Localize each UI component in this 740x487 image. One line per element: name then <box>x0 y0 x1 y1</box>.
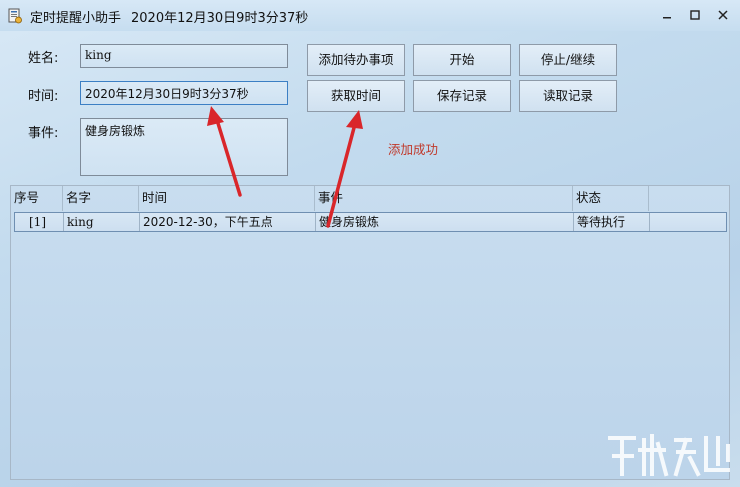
name-input[interactable]: king <box>80 44 288 68</box>
get-time-button[interactable]: 获取时间 <box>307 80 405 112</box>
load-record-button[interactable]: 读取记录 <box>519 80 617 112</box>
row-index: [1] <box>15 213 64 231</box>
row-status: 等待执行 <box>574 213 650 231</box>
table-row[interactable]: [1] king 2020-12-30，下午五点 健身房锻炼 等待执行 <box>14 212 727 232</box>
header-index[interactable]: 序号 <box>11 186 63 211</box>
maximize-icon <box>690 10 700 20</box>
event-label: 事件: <box>28 126 59 141</box>
window-title-name: 定时提醒小助手 <box>30 11 122 26</box>
close-icon <box>718 10 728 20</box>
row-time: 2020-12-30，下午五点 <box>140 213 316 231</box>
status-message: 添加成功 <box>388 142 439 157</box>
name-label: 姓名: <box>28 51 59 66</box>
window-title-time: 2020年12月30日9时3分37秒 <box>131 11 309 26</box>
header-name[interactable]: 名字 <box>63 186 139 211</box>
header-event[interactable]: 事件 <box>315 186 573 211</box>
time-label: 时间: <box>28 89 59 104</box>
main-window: 定时提醒小助手 2020年12月30日9时3分37秒 姓名: king 时间: 2… <box>0 0 740 487</box>
minimize-icon <box>663 17 671 19</box>
save-record-button[interactable]: 保存记录 <box>413 80 511 112</box>
time-input[interactable]: 2020年12月30日9时3分37秒 <box>80 81 288 105</box>
close-button[interactable] <box>712 5 734 25</box>
pause-resume-button[interactable]: 停止/继续 <box>519 44 617 76</box>
maximize-button[interactable] <box>684 5 706 25</box>
list-header: 序号 名字 时间 事件 状态 <box>11 186 729 211</box>
add-todo-button[interactable]: 添加待办事项 <box>307 44 405 76</box>
window-title: 定时提醒小助手 2020年12月30日9时3分37秒 <box>30 7 308 26</box>
title-bar[interactable]: 定时提醒小助手 2020年12月30日9时3分37秒 <box>0 0 740 31</box>
app-icon <box>8 8 22 24</box>
start-button[interactable]: 开始 <box>413 44 511 76</box>
minimize-button[interactable] <box>656 5 678 25</box>
header-time[interactable]: 时间 <box>139 186 315 211</box>
header-status[interactable]: 状态 <box>573 186 649 211</box>
row-event: 健身房锻炼 <box>316 213 574 231</box>
event-textarea[interactable]: 健身房锻炼 <box>80 118 288 176</box>
watermark-logo <box>608 434 730 477</box>
row-name: king <box>64 213 140 231</box>
